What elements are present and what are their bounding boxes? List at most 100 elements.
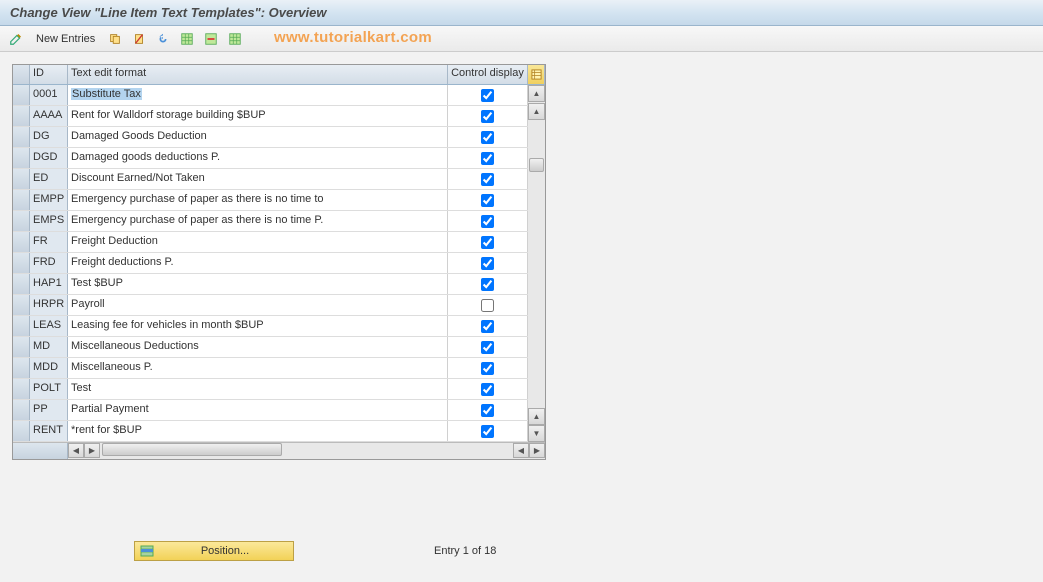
row-selector[interactable]	[13, 148, 30, 168]
cell-id[interactable]: RENT	[30, 421, 68, 441]
grid-icon	[228, 32, 242, 46]
scroll-up-button-2[interactable]: ▲	[528, 103, 545, 120]
row-selector[interactable]	[13, 190, 30, 210]
scroll-down-button[interactable]: ▼	[528, 425, 545, 442]
cell-text[interactable]: Discount Earned/Not Taken	[68, 169, 448, 189]
row-selector[interactable]	[13, 85, 30, 105]
horizontal-scrollbar[interactable]: ◀ ▶ ◀ ▶	[13, 442, 545, 459]
cell-text[interactable]: Emergency purchase of paper as there is …	[68, 190, 448, 210]
vertical-scrollbar[interactable]: ▲ ▲ ▲ ▼	[528, 85, 545, 442]
row-selector[interactable]	[13, 295, 30, 315]
scroll-left-button-2[interactable]: ▶	[84, 443, 100, 458]
scroll-down-button-2[interactable]: ▲	[528, 408, 545, 425]
cell-text[interactable]: Freight Deduction	[68, 232, 448, 252]
cell-control	[448, 400, 528, 420]
select-all-button[interactable]	[177, 29, 197, 49]
row-selector[interactable]	[13, 358, 30, 378]
cell-id[interactable]: AAAA	[30, 106, 68, 126]
control-checkbox[interactable]	[481, 131, 494, 144]
cell-text[interactable]: Damaged goods deductions P.	[68, 148, 448, 168]
hscroll-thumb[interactable]	[102, 443, 282, 456]
scroll-right-button[interactable]: ▶	[529, 443, 545, 458]
row-selector[interactable]	[13, 337, 30, 357]
cell-text[interactable]: Partial Payment	[68, 400, 448, 420]
cell-id[interactable]: HRPR	[30, 295, 68, 315]
cell-id[interactable]: DG	[30, 127, 68, 147]
cell-id[interactable]: PP	[30, 400, 68, 420]
position-button[interactable]: Position...	[134, 541, 294, 561]
cell-id[interactable]: HAP1	[30, 274, 68, 294]
scroll-right-button-2[interactable]: ◀	[513, 443, 529, 458]
control-checkbox[interactable]	[481, 383, 494, 396]
column-header-control[interactable]: Control display	[448, 65, 528, 84]
deselect-button[interactable]	[201, 29, 221, 49]
cell-text[interactable]: Freight deductions P.	[68, 253, 448, 273]
cell-text[interactable]: Payroll	[68, 295, 448, 315]
control-checkbox[interactable]	[481, 173, 494, 186]
control-checkbox[interactable]	[481, 89, 494, 102]
cell-id[interactable]: EMPS	[30, 211, 68, 231]
configure-columns-button[interactable]	[528, 65, 545, 84]
control-checkbox[interactable]	[481, 152, 494, 165]
cell-id[interactable]: MD	[30, 337, 68, 357]
cell-control	[448, 295, 528, 315]
cell-text[interactable]: Miscellaneous Deductions	[68, 337, 448, 357]
row-selector[interactable]	[13, 421, 30, 441]
cell-text[interactable]: Miscellaneous P.	[68, 358, 448, 378]
row-selector[interactable]	[13, 274, 30, 294]
cell-id[interactable]: 0001	[30, 85, 68, 105]
delete-icon	[132, 32, 146, 46]
row-selector[interactable]	[13, 316, 30, 336]
row-selector[interactable]	[13, 253, 30, 273]
column-header-text[interactable]: Text edit format	[68, 65, 448, 84]
cell-id[interactable]: FR	[30, 232, 68, 252]
cell-control	[448, 358, 528, 378]
cell-text[interactable]: Emergency purchase of paper as there is …	[68, 211, 448, 231]
control-checkbox[interactable]	[481, 215, 494, 228]
new-entries-button[interactable]: New Entries	[30, 31, 101, 47]
cell-text[interactable]: Damaged Goods Deduction	[68, 127, 448, 147]
cell-id[interactable]: EMPP	[30, 190, 68, 210]
control-checkbox[interactable]	[481, 320, 494, 333]
row-selector[interactable]	[13, 379, 30, 399]
cell-text[interactable]: *rent for $BUP	[68, 421, 448, 441]
cell-text[interactable]: Substitute Tax	[68, 85, 448, 105]
control-checkbox[interactable]	[481, 278, 494, 291]
delete-button[interactable]	[129, 29, 149, 49]
scroll-thumb[interactable]	[529, 158, 544, 172]
select-all-column-header[interactable]	[13, 65, 30, 84]
row-selector[interactable]	[13, 106, 30, 126]
cell-id[interactable]: MDD	[30, 358, 68, 378]
cell-text[interactable]: Leasing fee for vehicles in month $BUP	[68, 316, 448, 336]
control-checkbox[interactable]	[481, 341, 494, 354]
cell-id[interactable]: ED	[30, 169, 68, 189]
control-checkbox[interactable]	[481, 404, 494, 417]
column-header-id[interactable]: ID	[30, 65, 68, 84]
control-checkbox[interactable]	[481, 194, 494, 207]
row-selector[interactable]	[13, 211, 30, 231]
control-checkbox[interactable]	[481, 362, 494, 375]
control-checkbox[interactable]	[481, 257, 494, 270]
position-button-label: Position...	[161, 545, 289, 557]
copy-button[interactable]	[105, 29, 125, 49]
row-selector[interactable]	[13, 400, 30, 420]
cell-id[interactable]: FRD	[30, 253, 68, 273]
control-checkbox[interactable]	[481, 236, 494, 249]
control-checkbox[interactable]	[481, 299, 494, 312]
scroll-up-button[interactable]: ▲	[528, 85, 545, 102]
cell-id[interactable]: DGD	[30, 148, 68, 168]
cell-text[interactable]: Test $BUP	[68, 274, 448, 294]
grid-button[interactable]	[225, 29, 245, 49]
row-selector[interactable]	[13, 127, 30, 147]
row-selector[interactable]	[13, 232, 30, 252]
scroll-left-button[interactable]: ◀	[68, 443, 84, 458]
control-checkbox[interactable]	[481, 110, 494, 123]
toggle-button[interactable]	[6, 29, 26, 49]
cell-text[interactable]: Test	[68, 379, 448, 399]
row-selector[interactable]	[13, 169, 30, 189]
cell-text[interactable]: Rent for Walldorf storage building $BUP	[68, 106, 448, 126]
undo-button[interactable]	[153, 29, 173, 49]
cell-id[interactable]: POLT	[30, 379, 68, 399]
cell-id[interactable]: LEAS	[30, 316, 68, 336]
control-checkbox[interactable]	[481, 425, 494, 438]
